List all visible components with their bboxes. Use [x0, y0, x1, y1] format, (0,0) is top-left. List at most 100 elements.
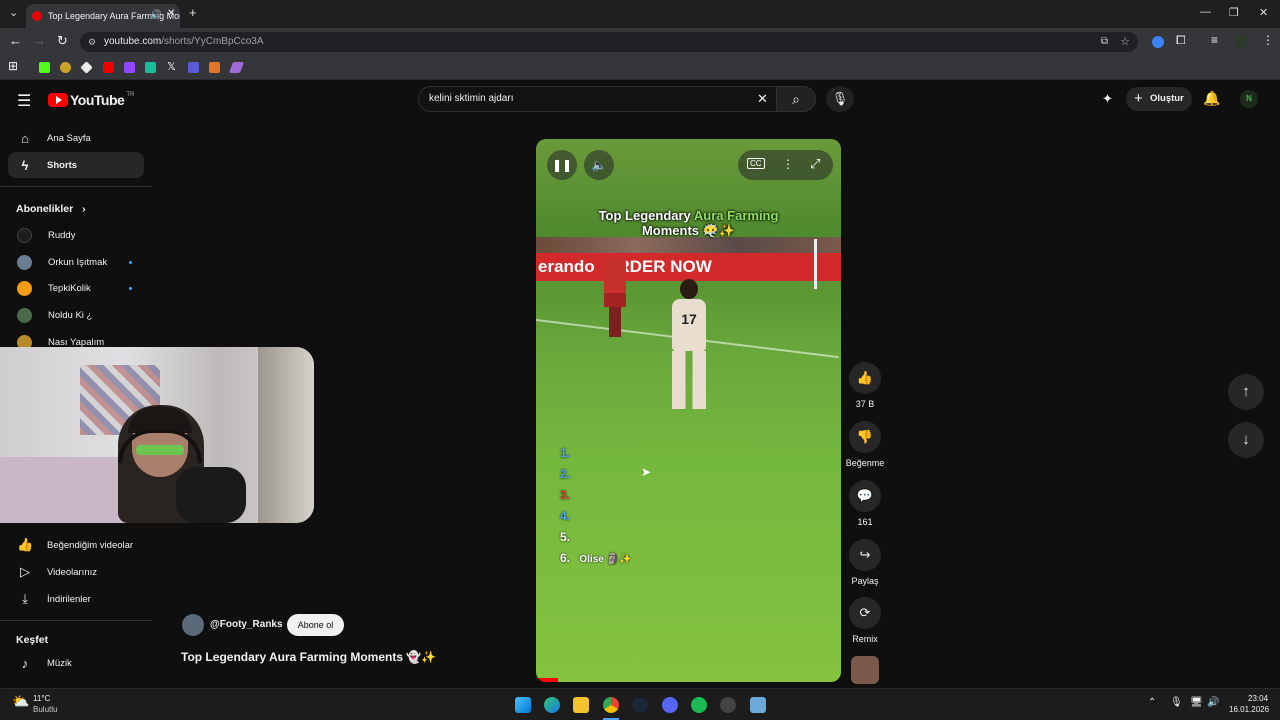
profile-avatar[interactable]: [1235, 35, 1248, 48]
more-options-icon[interactable]: ⋮: [782, 157, 794, 171]
like-count: 37 B: [855, 399, 875, 409]
twitch-bookmark-icon[interactable]: [124, 62, 135, 73]
media-control-icon[interactable]: ≡: [1211, 33, 1218, 47]
microphone-tray-icon[interactable]: 🎙: [1170, 697, 1183, 708]
captions-icon[interactable]: CC: [747, 158, 765, 169]
show-hidden-icons-icon[interactable]: ⌃: [1148, 697, 1156, 708]
microphone-icon: 🎙: [831, 91, 849, 106]
sidebar-item-music[interactable]: ♪ Müzik: [8, 650, 144, 676]
bookmark-icon[interactable]: [228, 62, 245, 73]
volume-button[interactable]: 🔈: [584, 150, 614, 180]
player-white: 17: [672, 279, 706, 411]
forward-icon[interactable]: →: [33, 33, 46, 48]
like-icon: 👍: [17, 537, 34, 552]
browser-menu-icon[interactable]: ⋮: [1262, 33, 1274, 47]
previous-short-button[interactable]: ↑: [1228, 374, 1264, 410]
windows-start-icon[interactable]: [515, 697, 531, 713]
browser-tab[interactable]: Top Legendary Aura Farming Moments 🔊 ✕: [26, 4, 180, 28]
dislike-button[interactable]: 👎 Beğenme: [846, 421, 884, 468]
short-video-player[interactable]: erando ORDER NOW 17 ❚❚ 🔈 CC ⋮ ⤢ Top Lege…: [536, 139, 841, 682]
sidebar-item-label: Videolarınız: [47, 566, 97, 578]
new-tab-icon[interactable]: +: [189, 5, 197, 20]
sidebar-item-downloads[interactable]: ⤓ İndirilenler: [8, 586, 144, 612]
tab-list-icon[interactable]: ⌄: [9, 6, 18, 19]
channel-avatar[interactable]: [182, 614, 204, 636]
back-icon[interactable]: ←: [9, 33, 22, 48]
network-icon[interactable]: 🖥: [1190, 697, 1203, 708]
channel-name[interactable]: @Footy_Ranks: [210, 619, 283, 630]
notifications-bell-icon[interactable]: 🔔: [1203, 90, 1220, 107]
reload-icon[interactable]: ↻: [57, 33, 68, 49]
steam-icon[interactable]: [632, 697, 648, 713]
extensions-puzzle-icon[interactable]: ⧠: [1176, 33, 1186, 48]
fullscreen-icon[interactable]: ⤢: [810, 156, 820, 172]
spotify-icon[interactable]: [691, 697, 707, 713]
comments-button[interactable]: 💬 161: [849, 480, 881, 527]
obs-icon[interactable]: [720, 697, 736, 713]
weather-icon[interactable]: ⛅: [12, 693, 29, 710]
channel-avatar: [17, 227, 32, 243]
sidebar-item-shorts[interactable]: ϟ Shorts: [8, 152, 144, 178]
subscription-item[interactable]: Orkun Işıtmak: [8, 250, 144, 274]
bookmark-icon[interactable]: [80, 61, 93, 74]
share-button[interactable]: ↪ Paylaş: [849, 539, 881, 586]
explore-header: Keşfet: [16, 634, 49, 646]
edge-icon[interactable]: [544, 697, 560, 713]
volume-tray-icon[interactable]: 🔊: [1207, 697, 1219, 708]
overlay-title-highlight: Aura Farming: [693, 208, 779, 223]
account-avatar[interactable]: N: [1240, 90, 1258, 108]
bookmark-icon[interactable]: [209, 62, 220, 73]
progress-bar[interactable]: [538, 678, 558, 682]
pause-button[interactable]: ❚❚: [547, 150, 577, 180]
search-button[interactable]: ⌕: [776, 86, 816, 112]
next-short-button[interactable]: ↓: [1228, 422, 1264, 458]
bookmark-icon[interactable]: [188, 62, 199, 73]
subscription-item[interactable]: TepkiKolik: [8, 276, 144, 300]
site-info-icon[interactable]: ⚙: [88, 32, 96, 52]
minimize-icon[interactable]: —: [1200, 6, 1211, 18]
remix-button[interactable]: ⟳ Remix: [849, 597, 881, 644]
sound-thumbnail[interactable]: [851, 656, 879, 684]
arrow-up-icon: ↑: [1242, 383, 1250, 400]
discord-icon[interactable]: [662, 697, 678, 713]
install-app-icon[interactable]: ⧉: [1101, 32, 1108, 52]
player-red: [604, 257, 626, 337]
youtube-bookmark-icon[interactable]: [103, 62, 114, 73]
bookmark-icon[interactable]: [145, 62, 156, 73]
bookmark-icon[interactable]: [60, 62, 71, 73]
clock-time[interactable]: 23:04: [1248, 694, 1268, 703]
tab-close-icon[interactable]: ✕: [167, 8, 175, 19]
subscription-item[interactable]: Noldu Ki ¿: [8, 303, 144, 327]
maximize-icon[interactable]: ❐: [1229, 6, 1239, 19]
bookmark-star-icon[interactable]: ☆: [1120, 32, 1130, 52]
clear-search-icon[interactable]: ✕: [757, 91, 768, 107]
clock-date[interactable]: 16.01.2026: [1229, 705, 1269, 714]
subscriptions-header[interactable]: Abonelikler ›: [16, 203, 86, 215]
close-window-icon[interactable]: ✕: [1259, 6, 1268, 19]
youtube-logo[interactable]: YouTube TR: [48, 92, 134, 108]
sidebar-item-home[interactable]: ⌂ Ana Sayfa: [8, 125, 144, 151]
x-bookmark-icon[interactable]: 𝕏: [167, 60, 176, 73]
sidebar-item-your-videos[interactable]: ▷ Videolarınız: [8, 559, 144, 585]
audio-playing-icon[interactable]: 🔊: [150, 9, 161, 20]
menu-hamburger-icon[interactable]: ☰: [17, 91, 31, 111]
create-button[interactable]: + Oluştur: [1126, 87, 1192, 111]
file-explorer-icon[interactable]: [573, 697, 589, 713]
subscribe-button[interactable]: Abone ol: [287, 614, 344, 636]
apps-grid-icon[interactable]: ⊞: [8, 59, 18, 73]
channel-avatar: [17, 254, 32, 270]
ask-ai-icon[interactable]: ✦: [1102, 91, 1113, 107]
search-input[interactable]: kelini sktimin ajdarı: [418, 86, 782, 112]
youtube-logo-text: YouTube: [70, 92, 125, 108]
kick-bookmark-icon[interactable]: [39, 62, 50, 73]
chrome-icon[interactable]: [603, 697, 619, 713]
address-bar[interactable]: ⚙ youtube.com/shorts/YyCmBpCco3A ⧉ ☆: [80, 32, 1138, 52]
subscription-label: Nası Yapalım: [48, 336, 105, 348]
like-button[interactable]: 👍 37 B: [849, 362, 881, 409]
app-icon[interactable]: [750, 697, 766, 713]
weather-temp: 11°C: [33, 694, 51, 703]
sidebar-item-liked-videos[interactable]: 👍 Beğendiğim videolar: [8, 532, 144, 558]
extension-icon[interactable]: [1152, 36, 1164, 48]
subscription-item[interactable]: Ruddy: [8, 223, 144, 247]
voice-search-button[interactable]: 🎙: [826, 86, 854, 112]
